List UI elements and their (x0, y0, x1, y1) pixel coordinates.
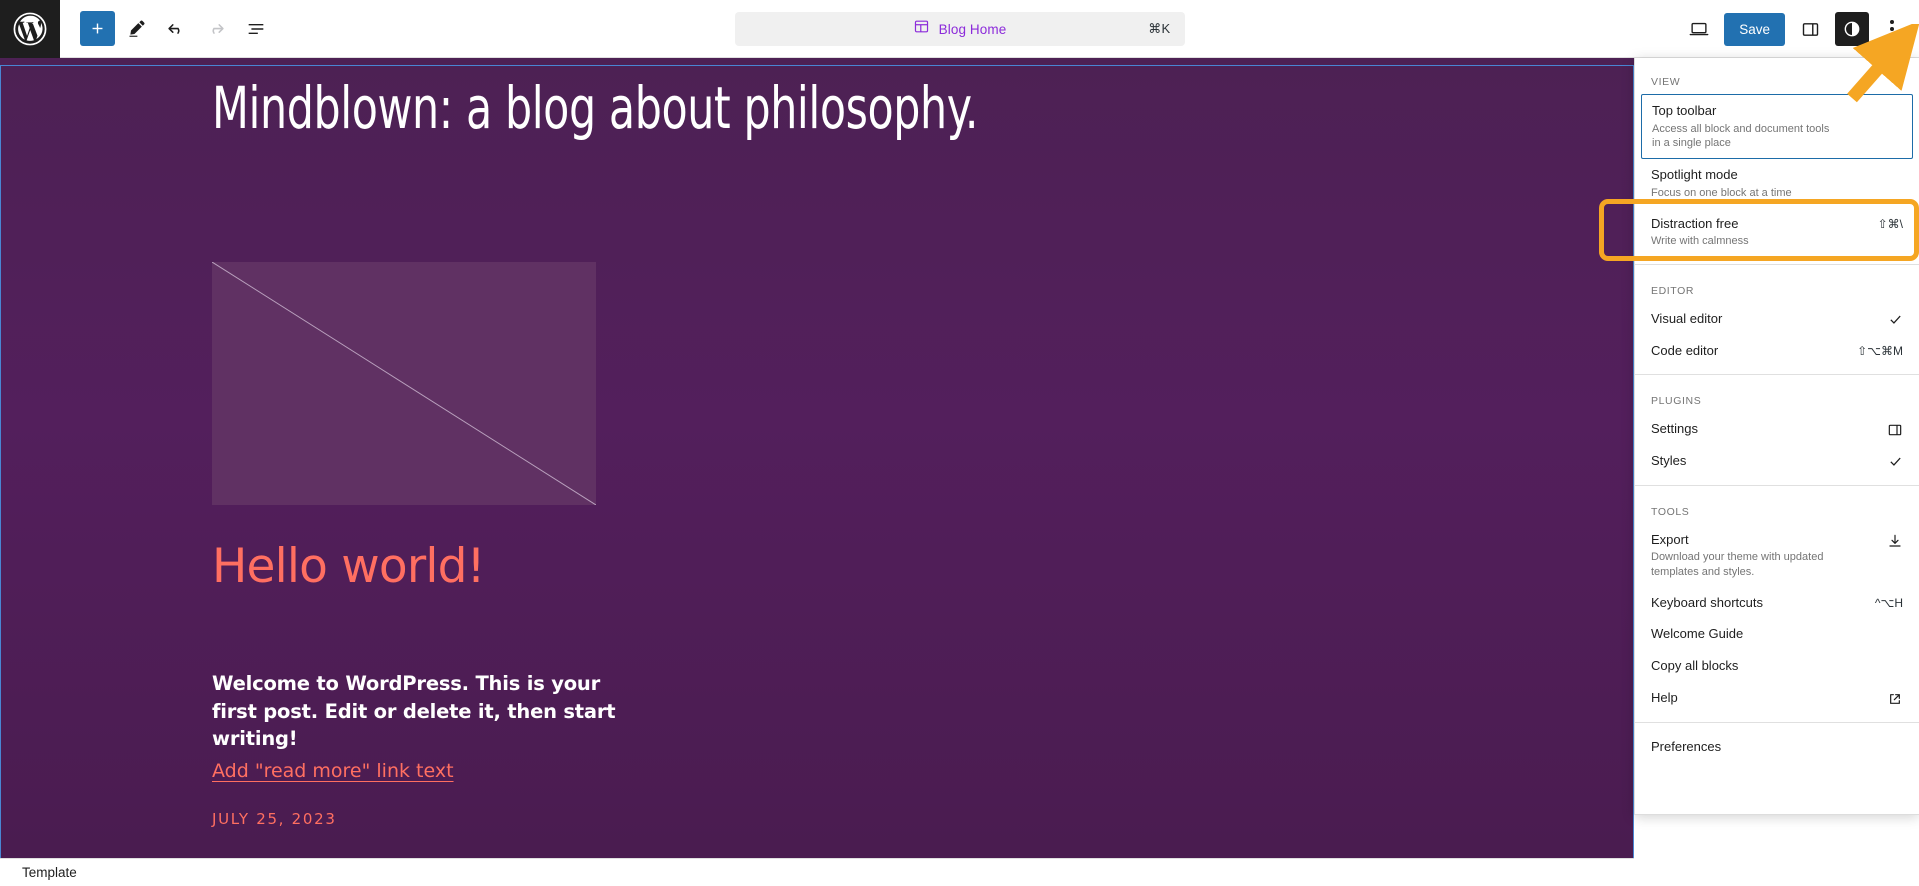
menu-item-label: Spotlight mode (1651, 167, 1738, 183)
three-dots-vertical-icon (1890, 20, 1894, 38)
menu-item-description: Focus on one block at a time (1651, 186, 1792, 199)
menu-item-label: Preferences (1651, 738, 1722, 754)
styles-button[interactable] (1835, 12, 1869, 46)
save-button[interactable]: Save (1724, 12, 1785, 46)
menu-item-label: Styles (1651, 453, 1687, 469)
menu-item-help[interactable]: Help (1635, 682, 1919, 714)
menu-separator (1635, 374, 1919, 376)
command-bar-title: Blog Home (938, 21, 1007, 37)
options-dropdown-menu: VIEW Top toolbar Access all block and docu… (1634, 58, 1919, 815)
menu-separator (1635, 264, 1919, 266)
menu-item-styles[interactable]: Styles (1635, 445, 1919, 477)
laptop-icon (1689, 22, 1709, 36)
menu-item-label: Keyboard shortcuts (1651, 594, 1764, 610)
top-bar-left-tools (60, 10, 275, 48)
image-placeholder-diagonal-icon (212, 262, 596, 505)
tools-pencil-button[interactable] (117, 10, 155, 48)
check-icon (1888, 452, 1903, 469)
plus-icon (92, 23, 103, 34)
template-layout-icon (913, 18, 930, 40)
status-bar: Template (0, 858, 1634, 886)
menu-item-top-toolbar[interactable]: Top toolbar Access all block and document… (1641, 94, 1913, 160)
status-bar-label: Template (22, 865, 77, 880)
site-title[interactable]: Mindblown: a blog about philosophy. (212, 78, 978, 139)
menu-section-label-editor: EDITOR (1651, 285, 1695, 298)
read-more-link[interactable]: Add "read more" link text (212, 760, 454, 782)
sidebar-panel-icon (1802, 22, 1818, 36)
menu-item-settings[interactable]: Settings (1635, 413, 1919, 445)
post-date: JULY 25, 2023 (212, 810, 337, 828)
menu-section-label-tools: TOOLS (1651, 505, 1690, 518)
menu-item-label: Help (1651, 689, 1678, 705)
menu-item-label: Welcome Guide (1651, 626, 1744, 642)
menu-item-export[interactable]: Export Download your theme with updated t… (1635, 524, 1919, 587)
menu-item-description: Access all block and document tools in a… (1652, 122, 1830, 150)
menu-item-label: Export (1651, 531, 1689, 547)
menu-item-keyboard-shortcuts[interactable]: Keyboard shortcuts ^⌥H (1635, 587, 1919, 619)
menu-item-label: Distraction free (1651, 215, 1739, 231)
menu-item-code-editor[interactable]: Code editor ⇧⌥⌘M (1635, 335, 1919, 367)
styles-contrast-icon (1844, 21, 1860, 37)
menu-section-label-plugins: PLUGINS (1651, 395, 1702, 408)
add-block-button[interactable] (80, 11, 115, 46)
wordpress-logo-icon (13, 12, 47, 46)
menu-item-spotlight-mode[interactable]: Spotlight mode Focus on one block at a ti… (1635, 159, 1919, 207)
menu-item-shortcut: ⇧⌘\ (1877, 216, 1903, 231)
external-link-icon (1887, 689, 1903, 707)
undo-arrow-icon (168, 23, 180, 34)
list-view-button[interactable] (237, 10, 275, 48)
settings-sidebar-toggle-button[interactable] (1791, 10, 1829, 48)
menu-section-label-view: VIEW (1651, 76, 1681, 88)
menu-item-welcome-guide[interactable]: Welcome Guide (1635, 618, 1919, 650)
redo-button[interactable] (197, 10, 235, 48)
site-editor-app: Blog Home ⌘K Save Mindblown: a blog abou… (0, 0, 1919, 886)
menu-item-shortcut: ^⌥H (1874, 595, 1903, 610)
menu-item-description: Write with calmness (1651, 235, 1749, 248)
command-bar-wrapper: Blog Home ⌘K (0, 0, 1919, 58)
menu-item-description: Download your theme with updated templat… (1651, 551, 1824, 579)
undo-button[interactable] (157, 10, 195, 48)
redo-arrow-icon (212, 23, 224, 34)
menu-item-label: Settings (1651, 421, 1698, 437)
wordpress-logo-button[interactable] (0, 0, 60, 58)
menu-item-label: Visual editor (1651, 311, 1723, 327)
editor-canvas[interactable]: Mindblown: a blog about philosophy. Hell… (0, 58, 1634, 858)
menu-separator (1635, 721, 1919, 723)
device-preview-button[interactable] (1680, 10, 1718, 48)
post-excerpt[interactable]: Welcome to WordPress. This is your first… (212, 670, 632, 753)
menu-item-label: Copy all blocks (1651, 657, 1739, 673)
featured-image-placeholder[interactable] (212, 262, 596, 505)
post-title[interactable]: Hello world! (212, 543, 486, 590)
menu-item-shortcut: ⇧⌥⌘M (1857, 343, 1903, 358)
command-bar[interactable]: Blog Home ⌘K (734, 12, 1185, 46)
editor-top-bar: Blog Home ⌘K Save (0, 0, 1919, 58)
menu-item-preferences[interactable]: Preferences (1635, 731, 1919, 763)
sidebar-panel-icon (1887, 420, 1903, 438)
menu-item-label: Top toolbar (1652, 103, 1717, 118)
download-icon (1887, 531, 1903, 549)
menu-item-label: Code editor (1651, 342, 1719, 358)
menu-item-distraction-free[interactable]: Distraction free Write with calmness ⇧⌘\ (1635, 208, 1919, 256)
command-bar-shortcut: ⌘K (1148, 21, 1171, 36)
menu-item-copy-all-blocks[interactable]: Copy all blocks (1635, 650, 1919, 682)
check-icon (1888, 310, 1903, 327)
menu-separator (1635, 484, 1919, 486)
top-bar-right-tools: Save (1680, 0, 1909, 58)
menu-item-visual-editor[interactable]: Visual editor (1635, 303, 1919, 335)
pencil-icon (129, 20, 144, 37)
list-view-icon (248, 23, 264, 34)
options-menu-button[interactable] (1875, 12, 1909, 46)
